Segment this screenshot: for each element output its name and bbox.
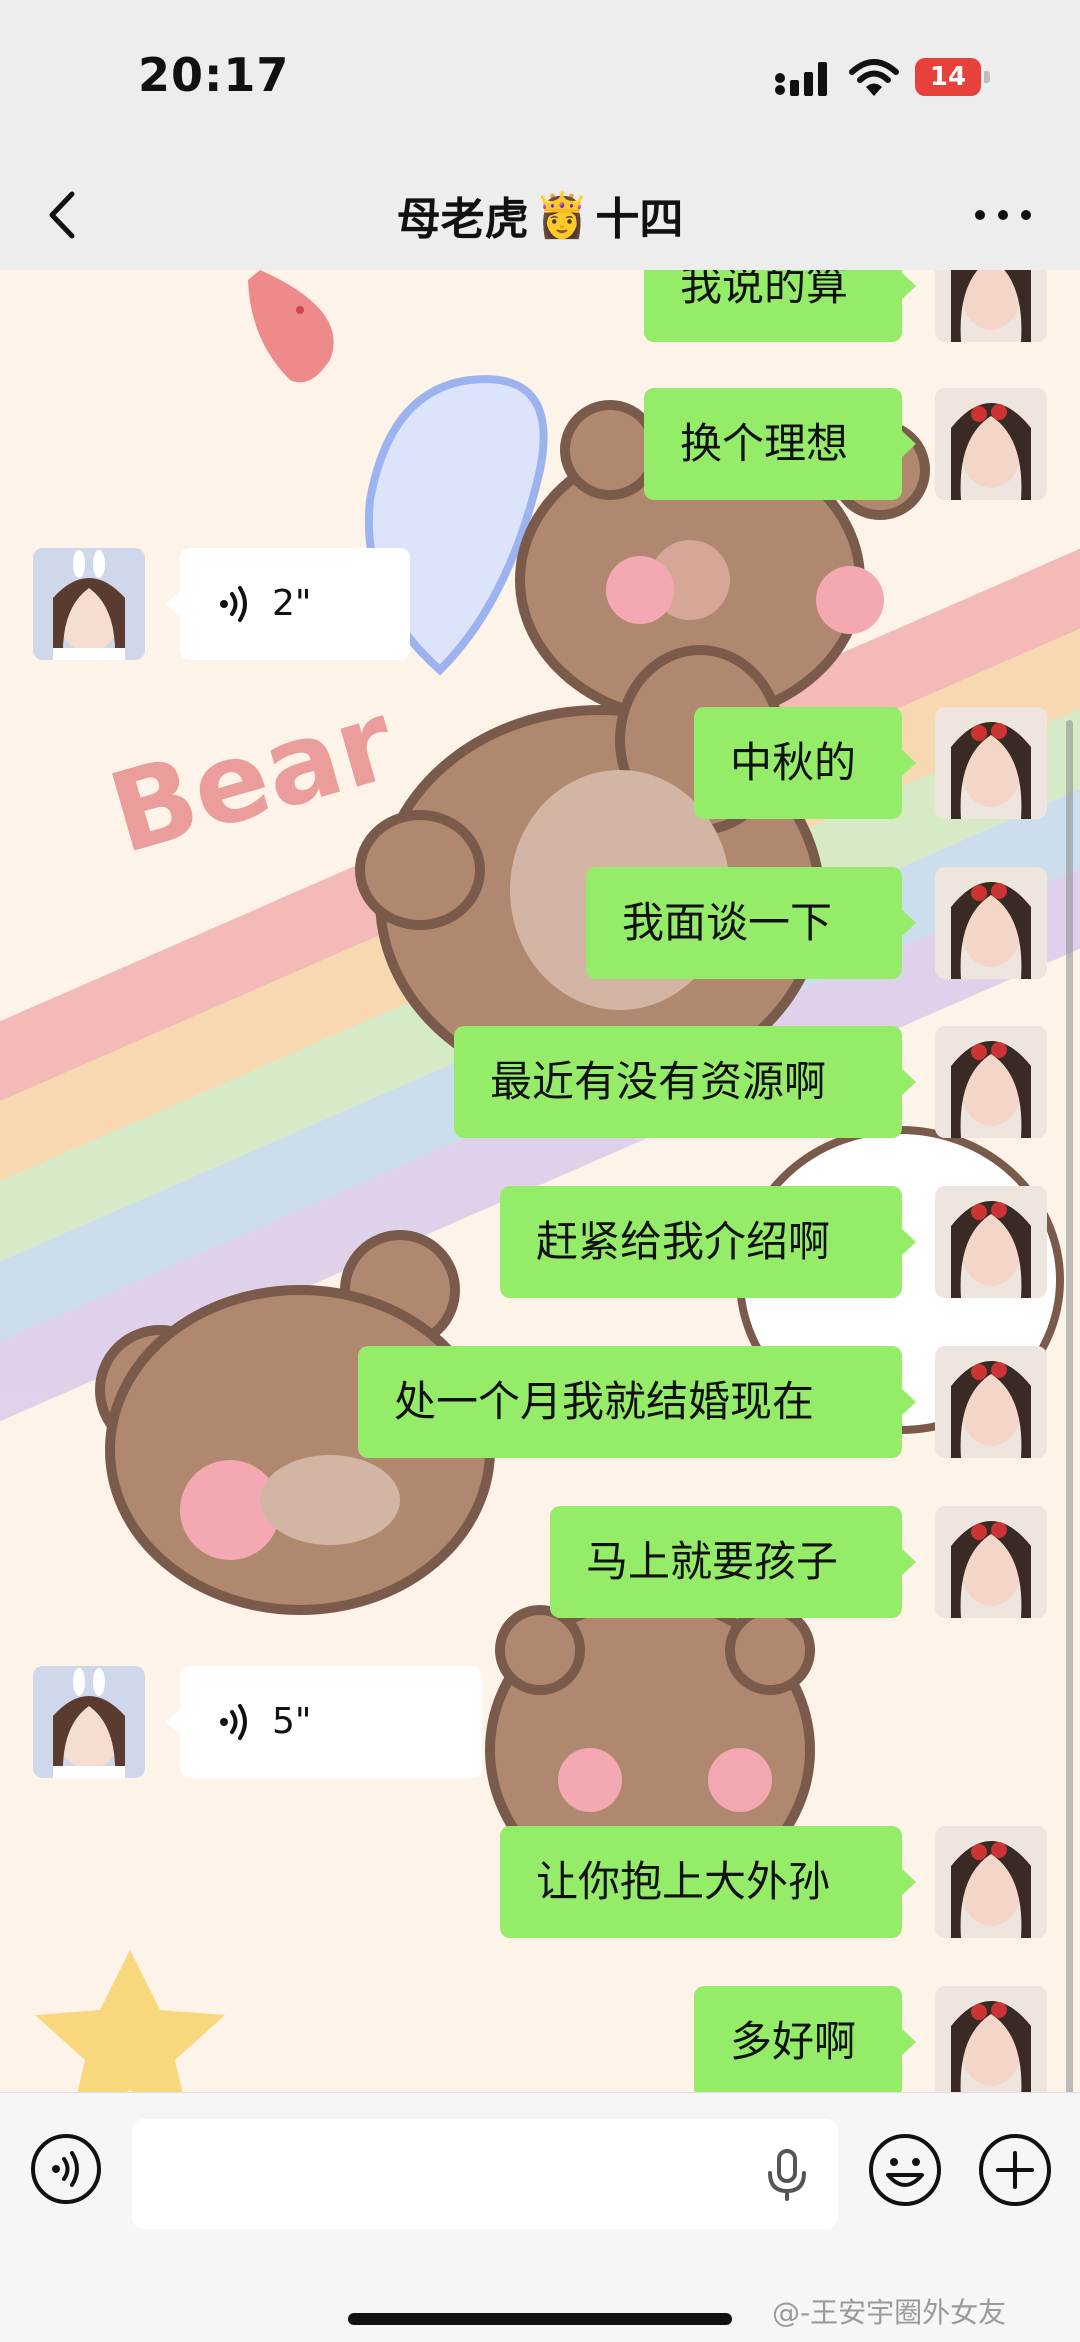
chat-title-name: 母老虎 [396, 194, 529, 245]
my-avatar[interactable] [935, 388, 1047, 500]
outgoing-text-bubble[interactable]: 我说的算 [644, 270, 916, 342]
status-time: 20:17 [138, 48, 290, 102]
message-row: 5" [0, 1666, 1080, 1778]
message-row: 最近有没有资源啊 [0, 1026, 1080, 1138]
voice-duration: 2" [272, 583, 312, 624]
my-avatar[interactable] [935, 1186, 1047, 1298]
chat-title: 母老虎 👸 十四 [240, 182, 840, 248]
home-indicator[interactable] [348, 2313, 732, 2325]
my-avatar[interactable] [935, 1506, 1047, 1618]
more-dots-icon[interactable] [968, 182, 1038, 248]
my-avatar[interactable] [935, 1026, 1047, 1138]
battery-level: 14 [929, 62, 967, 92]
status-bar: 20:17 14 [0, 0, 1080, 160]
mic-icon[interactable] [764, 2149, 810, 2201]
battery-cap [984, 71, 990, 83]
outgoing-text-bubble[interactable]: 我面谈一下 [586, 867, 916, 979]
outgoing-text-bubble[interactable]: 马上就要孩子 [550, 1506, 916, 1618]
watermark: @-王安宇圈外女友 [772, 2296, 1007, 2329]
bear-wallpaper: Bear [0, 270, 1080, 2092]
message-row: 中秋的 [0, 707, 1080, 819]
voice-duration: 5" [272, 1701, 312, 1742]
my-avatar[interactable] [935, 1986, 1047, 2092]
chat-scrollbar[interactable] [1066, 720, 1073, 2092]
battery-indicator: 14 [915, 58, 991, 96]
my-avatar[interactable] [935, 1826, 1047, 1938]
message-row: 2" [0, 548, 1080, 660]
outgoing-text-bubble[interactable]: 多好啊 [694, 1986, 916, 2092]
message-row: 处一个月我就结婚现在 [0, 1346, 1080, 1458]
message-row: 我说的算 [0, 270, 1080, 342]
contact-avatar[interactable] [33, 1666, 145, 1778]
chat-area[interactable]: Bear 我说的算 换个理想 2" 中秋的 我面谈一下 最近有没有资源啊 赶紧给… [0, 270, 1080, 2092]
message-row: 多好啊 [0, 1986, 1080, 2092]
plus-icon[interactable] [978, 2133, 1052, 2207]
input-bar: @-王安宇圈外女友 [0, 2092, 1080, 2342]
my-avatar[interactable] [935, 1346, 1047, 1458]
chevron-left-icon[interactable] [36, 182, 96, 248]
cellular-signal-icon [775, 62, 827, 96]
message-row: 赶紧给我介绍啊 [0, 1186, 1080, 1298]
message-row: 换个理想 [0, 388, 1080, 500]
contact-avatar[interactable] [33, 548, 145, 660]
crown-emoji: 👸 [534, 190, 590, 241]
wifi-icon [849, 59, 899, 96]
outgoing-text-bubble[interactable]: 让你抱上大外孙 [500, 1826, 916, 1938]
my-avatar[interactable] [935, 707, 1047, 819]
voice-wave-icon [220, 1704, 247, 1740]
message-input[interactable] [132, 2119, 838, 2229]
message-row: 我面谈一下 [0, 867, 1080, 979]
message-row: 让你抱上大外孙 [0, 1826, 1080, 1938]
incoming-voice-bubble[interactable]: 2" [166, 548, 410, 660]
outgoing-text-bubble[interactable]: 中秋的 [694, 707, 916, 819]
outgoing-text-bubble[interactable]: 处一个月我就结婚现在 [358, 1346, 916, 1458]
outgoing-text-bubble[interactable]: 最近有没有资源啊 [454, 1026, 916, 1138]
my-avatar[interactable] [935, 867, 1047, 979]
chat-header: 母老虎 👸 十四 [0, 160, 1080, 271]
voice-mode-icon[interactable] [30, 2133, 102, 2205]
message-row: 马上就要孩子 [0, 1506, 1080, 1618]
outgoing-text-bubble[interactable]: 换个理想 [644, 388, 916, 500]
chat-title-suffix: 十四 [595, 194, 684, 245]
outgoing-text-bubble[interactable]: 赶紧给我介绍啊 [500, 1186, 916, 1298]
emoji-icon[interactable] [868, 2133, 942, 2207]
incoming-voice-bubble[interactable]: 5" [166, 1666, 482, 1778]
my-avatar[interactable] [935, 270, 1047, 342]
voice-wave-icon [220, 586, 247, 622]
